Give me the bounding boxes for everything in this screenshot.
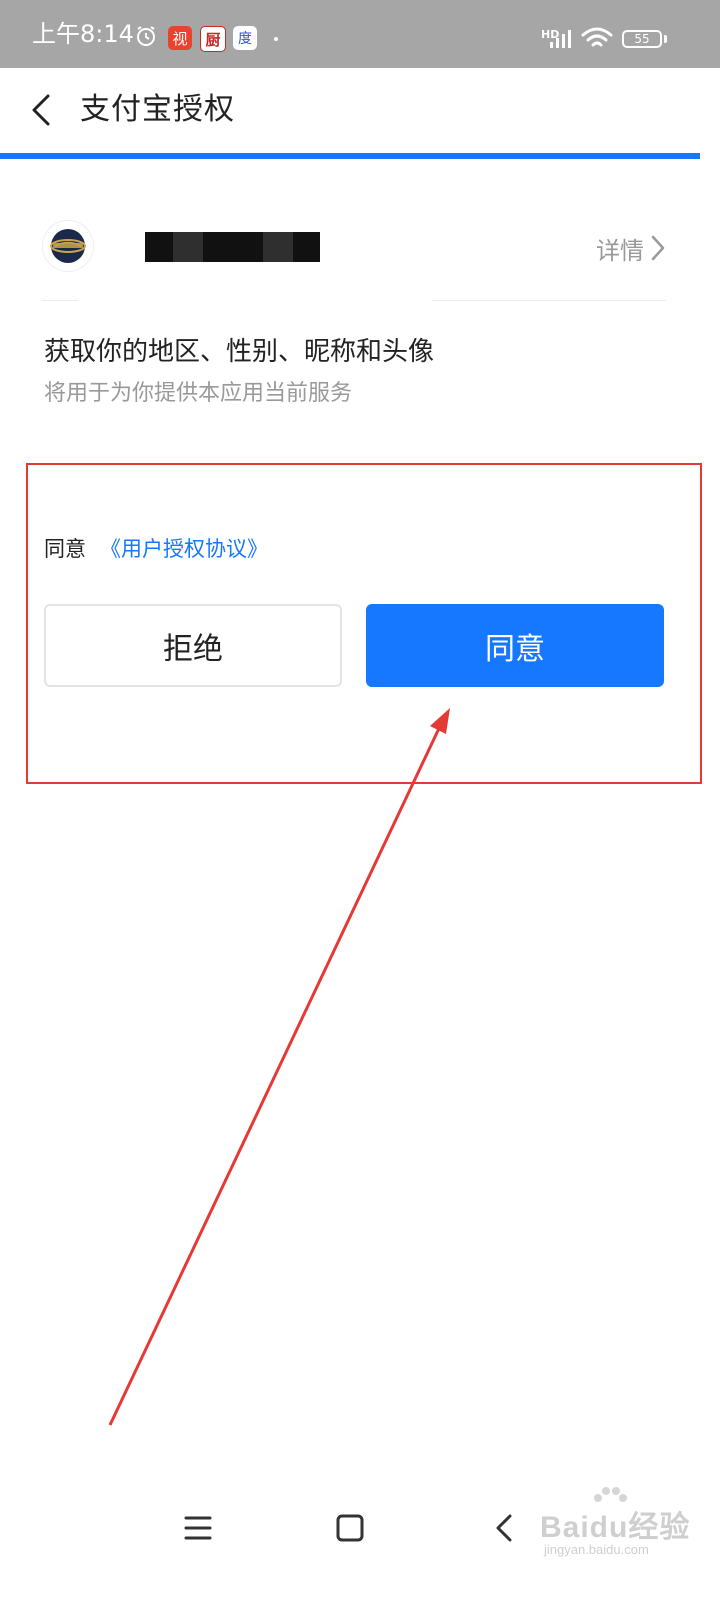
watermark-main: Baidu经验 [540,1511,691,1544]
app-notification-icon: 度 [233,26,257,50]
wifi-icon [581,27,613,47]
permission-title: 获取你的地区、性别、昵称和头像 [44,337,435,367]
detail-link[interactable]: 详情 [596,230,666,266]
back-button[interactable] [22,88,62,132]
user-agreement-link[interactable]: 《用户授权协议》 [100,537,268,561]
permission-subtitle: 将用于为你提供本应用当前服务 [44,381,353,406]
page-title: 支付宝授权 [80,92,235,127]
battery-tip [664,35,667,43]
divider [432,300,666,301]
watermark-sub: jingyan.baidu.com [544,1542,649,1557]
status-bar: 上午8:14 视 厨 度 HD 55 [0,0,720,68]
more-notifications-icon [274,37,278,41]
app-logo [42,220,94,272]
globe-logo-icon [50,229,86,263]
status-time: 上午8:14 [32,20,134,48]
detail-label: 详情 [596,236,644,265]
reject-button[interactable]: 拒绝 [44,604,342,687]
agreement-prefix: 同意 [44,537,86,561]
app-info-row: 详情 [42,220,666,276]
app-name-redacted [145,232,320,262]
watermark: Baidu经验 jingyan.baidu.com [540,1487,710,1572]
header-progress-bar [0,153,700,159]
alarm-icon [137,26,155,46]
battery-indicator: 55 [622,30,662,48]
app-notification-icon: 视 [168,26,192,50]
app-notification-icon: 厨 [200,26,226,52]
chevron-right-icon [651,235,665,261]
agreement-row: 同意 《用户授权协议》 [44,534,268,564]
header: 支付宝授权 [0,68,720,154]
back-nav-icon[interactable] [482,1506,526,1550]
divider [42,300,78,301]
signal-icon [550,30,571,48]
home-icon[interactable] [328,1506,372,1550]
menu-icon[interactable] [176,1506,220,1550]
agree-button[interactable]: 同意 [366,604,664,687]
